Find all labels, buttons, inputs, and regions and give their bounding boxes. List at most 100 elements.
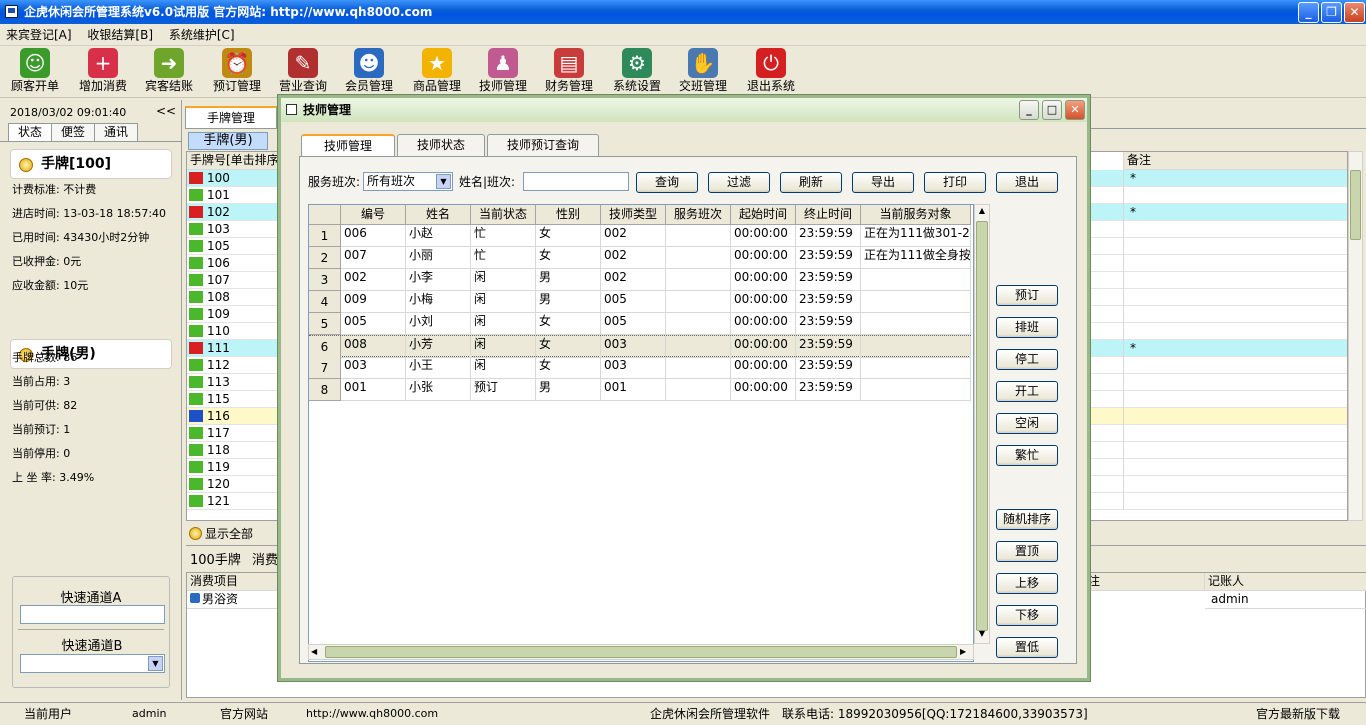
table-row[interactable]: 7 003 小王闲女 003 00:00:00 23:59:59	[309, 357, 971, 379]
site-url[interactable]: http://www.qh8000.com	[306, 703, 438, 725]
start-work-button[interactable]: 开工	[996, 381, 1058, 402]
shift-select[interactable]: 所有班次 ▼	[363, 172, 453, 191]
reserve-button[interactable]: 预订	[996, 285, 1058, 306]
vscroll-thumb[interactable]	[976, 221, 988, 631]
tab-card-manage[interactable]: 手牌管理	[185, 106, 277, 128]
finance-icon: ▤	[554, 48, 584, 78]
toolbar-button-11[interactable]: ✋ 交班管理	[670, 48, 736, 98]
scroll-right-icon[interactable]: ▶	[960, 645, 972, 659]
chevron-down-icon[interactable]: ▼	[148, 656, 163, 671]
toolbar-button-3[interactable]: ➜ 宾客结账	[136, 48, 202, 98]
card-remark	[1123, 357, 1347, 374]
dialog-tab-booking[interactable]: 技师预订查询	[487, 134, 599, 156]
column-header[interactable]: 性别	[536, 205, 601, 225]
card-no-header[interactable]: 手牌号[单击排序	[187, 152, 279, 170]
toolbar-label: 会员管理	[344, 79, 393, 93]
toolbar-button-2[interactable]: + 增加消费	[70, 48, 136, 98]
show-all-button[interactable]: 显示全部	[186, 524, 278, 544]
filter-button[interactable]: 过滤	[708, 172, 770, 193]
table-row[interactable]: 8 001 小张 预订男 001 00:00:00 23:59:59	[309, 379, 971, 401]
move-down-button[interactable]: 下移	[996, 605, 1058, 626]
close-button[interactable]: ✕	[1344, 2, 1365, 23]
schedule-button[interactable]: 排班	[996, 317, 1058, 338]
table-cell: 小丽	[406, 247, 471, 269]
bottom-button[interactable]: 置低	[996, 637, 1058, 658]
table-row[interactable]: 6 008 小芳闲女 003 00:00:00 23:59:59	[309, 335, 971, 358]
hscroll-thumb[interactable]	[325, 646, 957, 658]
move-up-button[interactable]: 上移	[996, 573, 1058, 594]
random-sort-button[interactable]: 随机排序	[996, 509, 1058, 530]
table-vscroll[interactable]: ▲ ▼	[974, 204, 990, 644]
minimize-button[interactable]: _	[1298, 2, 1319, 23]
table-row[interactable]: 1 006 小赵忙女 002 00:00:00 23:59:59 正在为111做301-2包	[309, 225, 971, 247]
table-row[interactable]: 2007小丽忙女002 00:00:0023:59:59正在为111做全身按摩	[309, 247, 971, 269]
dialog-tab-manage[interactable]: 技师管理	[301, 134, 395, 156]
detail-tab-consume[interactable]: 消费	[252, 549, 278, 568]
toolbar-button-9[interactable]: ▤ 财务管理	[536, 48, 602, 98]
column-header[interactable]: 当前服务对象	[861, 205, 971, 225]
tab-status[interactable]: 状态	[8, 123, 52, 141]
refresh-button[interactable]: 刷新	[780, 172, 842, 193]
toolbar-button-10[interactable]: ⚙ 系统设置	[604, 48, 670, 98]
datetime: 2018/03/02 09:01:40	[10, 106, 127, 119]
table-cell: 23:59:59	[796, 291, 861, 313]
column-header[interactable]: 技师类型	[601, 205, 666, 225]
toolbar-button-5[interactable]: ✎ 营业查询	[270, 48, 336, 98]
dialog-tab-status[interactable]: 技师状态	[397, 134, 485, 156]
card-status-info: 计费标准: 不计费 进店时间: 13-03-18 18:57:40 已用时间: …	[0, 178, 182, 298]
toolbar-label: 系统设置	[612, 79, 661, 93]
dialog-close-button[interactable]: ✕	[1065, 100, 1085, 120]
idle-button[interactable]: 空闲	[996, 413, 1058, 434]
toolbar-button-1[interactable]: ☺ 顾客开单	[2, 48, 68, 98]
menu-guest-register[interactable]: 来宾登记[A]	[0, 24, 78, 46]
quick-b-select[interactable]: ▼	[20, 654, 165, 673]
scroll-up-icon[interactable]: ▲	[976, 206, 988, 220]
restore-button[interactable]: ❐	[1321, 2, 1342, 23]
subtab-male[interactable]: 手牌(男)	[188, 132, 268, 150]
table-row[interactable]: 3 002 小李闲男 002 00:00:00 23:59:59	[309, 269, 971, 291]
toolbar-button-6[interactable]: ☻ 会员管理	[336, 48, 402, 98]
tab-contacts[interactable]: 通讯	[94, 123, 138, 141]
exit-button[interactable]: 退出	[996, 172, 1058, 193]
toolbar-button-7[interactable]: ★ 商品管理	[404, 48, 470, 98]
toolbar-button-8[interactable]: ♟ 技师管理	[470, 48, 536, 98]
download-link[interactable]: 官方最新版下载	[1256, 703, 1340, 725]
column-header[interactable]: 服务班次	[666, 205, 731, 225]
toolbar-label: 预订管理	[212, 79, 261, 93]
busy-button[interactable]: 繁忙	[996, 445, 1058, 466]
scroll-left-icon[interactable]: ◀	[311, 645, 323, 659]
column-header[interactable]: 编号	[341, 205, 406, 225]
toolbar-button-4[interactable]: ⏰ 预订管理	[204, 48, 270, 98]
remark-header[interactable]: 备注	[1123, 152, 1347, 170]
top-button[interactable]: 置顶	[996, 541, 1058, 562]
column-header[interactable]: 起始时间	[731, 205, 796, 225]
scroll-thumb[interactable]	[1350, 170, 1361, 240]
chevron-down-icon[interactable]: ▼	[436, 174, 451, 189]
column-header[interactable]: 当前状态	[471, 205, 536, 225]
column-header[interactable]: 终止时间	[796, 205, 861, 225]
table-cell	[666, 313, 731, 335]
card-number: 113	[187, 374, 279, 391]
table-hscroll[interactable]: ◀ ▶	[308, 644, 974, 660]
column-header[interactable]: 姓名	[406, 205, 471, 225]
print-button[interactable]: 打印	[924, 172, 986, 193]
table-row[interactable]: 4 009 小梅闲男 005 00:00:00 23:59:59	[309, 291, 971, 313]
query-button[interactable]: 查询	[636, 172, 698, 193]
dialog-maximize-button[interactable]: □	[1042, 100, 1062, 120]
menu-cashier[interactable]: 收银结算[B]	[81, 24, 159, 46]
row-index-header	[309, 205, 341, 225]
export-button[interactable]: 导出	[852, 172, 914, 193]
toolbar-button-12[interactable]: ⏻ 退出系统	[738, 48, 804, 98]
menu-maintenance[interactable]: 系统维护[C]	[163, 24, 241, 46]
tab-notes[interactable]: 便签	[51, 123, 95, 141]
stop-work-button[interactable]: 停工	[996, 349, 1058, 370]
table-row[interactable]: 5 005 小刘闲女 005 00:00:00 23:59:59	[309, 313, 971, 335]
query-icon: ✎	[288, 48, 318, 78]
dialog-minimize-button[interactable]: _	[1019, 100, 1039, 120]
main-scrollbar[interactable]	[1348, 151, 1363, 521]
name-input[interactable]	[523, 172, 629, 191]
collapse-button[interactable]: <<	[156, 104, 176, 118]
table-cell: 预订	[471, 379, 536, 401]
quick-a-input[interactable]	[20, 605, 165, 624]
scroll-down-icon[interactable]: ▼	[976, 629, 988, 643]
